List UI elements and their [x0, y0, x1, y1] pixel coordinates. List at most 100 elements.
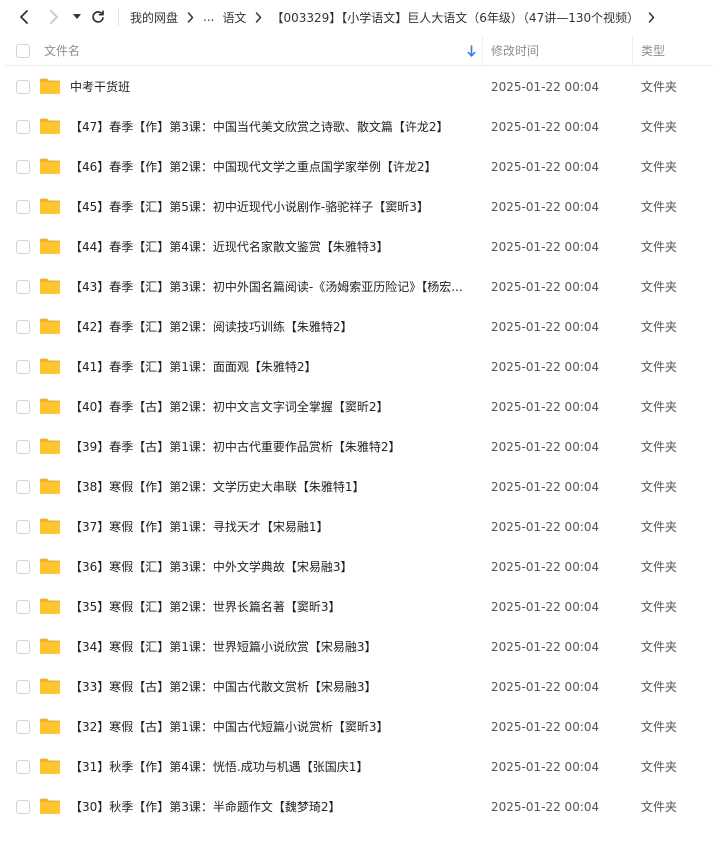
refresh-icon	[92, 10, 104, 23]
row-checkbox[interactable]	[16, 640, 30, 654]
file-name[interactable]: 【46】春季【作】第2课：中国现代文学之重点国学家举例【许龙2】	[70, 147, 472, 187]
file-type: 文件夹	[641, 480, 678, 494]
folder-icon	[39, 197, 61, 215]
file-name[interactable]: 【40】春季【古】第2课：初中文言文字词全掌握【窦昕2】	[70, 387, 472, 427]
file-row[interactable]: 【43】春季【汇】第3课：初中外国名篇阅读-《汤姆索亚历险记》【杨宏... 202…	[4, 267, 714, 307]
row-checkbox[interactable]	[16, 160, 30, 174]
file-row[interactable]: 【41】春季【汇】第1课：面面观【朱雅特2】 2025-01-22 00:04 文件…	[4, 347, 714, 387]
file-type: 文件夹	[641, 800, 678, 814]
file-name[interactable]: 【31】秋季【作】第4课：恍悟.成功与机遇【张国庆1】	[70, 747, 472, 787]
back-icon	[20, 10, 28, 24]
row-checkbox[interactable]	[16, 760, 30, 774]
row-checkbox[interactable]	[16, 560, 30, 574]
file-row[interactable]: 【38】寒假【作】第2课：文学历史大串联【朱雅特1】 2025-01-22 00:…	[4, 467, 714, 507]
forward-icon	[50, 10, 58, 24]
row-checkbox[interactable]	[16, 400, 30, 414]
chevron-right-icon[interactable]	[648, 11, 655, 23]
file-type: 文件夹	[641, 560, 678, 574]
breadcrumb-item-yuwen[interactable]: 语文	[222, 9, 246, 26]
breadcrumb-item-ellipsis[interactable]: ...	[203, 10, 214, 24]
modified-time: 2025-01-22 00:04	[491, 280, 600, 294]
file-name[interactable]: 中考干货班	[70, 67, 472, 107]
row-checkbox[interactable]	[16, 480, 30, 494]
file-row[interactable]: 【34】寒假【汇】第1课：世界短篇小说欣赏【宋易融3】 2025-01-22 00…	[4, 627, 714, 667]
breadcrumb-item-current[interactable]: 【003329】【小学语文】巨人大语文（6年级）（47讲—130个视频）	[271, 9, 639, 26]
column-header-name[interactable]: 文件名	[44, 36, 80, 66]
file-row[interactable]: 【36】寒假【汇】第3课：中外文学典故【宋易融3】 2025-01-22 00:0…	[4, 547, 714, 587]
file-row[interactable]: 【46】春季【作】第2课：中国现代文学之重点国学家举例【许龙2】 2025-01-…	[4, 147, 714, 187]
history-dropdown-button[interactable]	[68, 5, 86, 29]
file-row[interactable]: 【30】秋季【作】第3课：半命题作文【魏梦琦2】 2025-01-22 00:04…	[4, 787, 714, 827]
row-checkbox[interactable]	[16, 120, 30, 134]
folder-icon	[39, 717, 61, 735]
folder-icon	[39, 397, 61, 415]
row-checkbox[interactable]	[16, 680, 30, 694]
file-name[interactable]: 【44】春季【汇】第4课：近现代名家散文鉴赏【朱雅特3】	[70, 227, 472, 267]
file-name[interactable]: 【33】寒假【古】第2课：中国古代散文赏析【宋易融3】	[70, 667, 472, 707]
row-checkbox[interactable]	[16, 280, 30, 294]
row-checkbox[interactable]	[16, 240, 30, 254]
file-type: 文件夹	[641, 600, 678, 614]
select-all-checkbox[interactable]	[16, 44, 30, 58]
file-name[interactable]: 【47】春季【作】第3课：中国当代美文欣赏之诗歌、散文篇【许龙2】	[70, 107, 472, 147]
file-row[interactable]: 【35】寒假【汇】第2课：世界长篇名著【窦昕3】 2025-01-22 00:04…	[4, 587, 714, 627]
breadcrumb: 我的网盘 ... 语文 【003329】【小学语文】巨人大语文（6年级）（47讲…	[130, 0, 664, 34]
file-name[interactable]: 【38】寒假【作】第2课：文学历史大串联【朱雅特1】	[70, 467, 472, 507]
row-checkbox[interactable]	[16, 720, 30, 734]
file-row[interactable]: 【45】春季【汇】第5课：初中近现代小说剧作-骆驼祥子【窦昕3】 2025-01-…	[4, 187, 714, 227]
file-row[interactable]: 【44】春季【汇】第4课：近现代名家散文鉴赏【朱雅特3】 2025-01-22 0…	[4, 227, 714, 267]
file-row[interactable]: 中考干货班 2025-01-22 00:04 文件夹	[4, 67, 714, 107]
file-row[interactable]: 【47】春季【作】第3课：中国当代美文欣赏之诗歌、散文篇【许龙2】 2025-01…	[4, 107, 714, 147]
row-checkbox[interactable]	[16, 600, 30, 614]
folder-icon	[39, 477, 61, 495]
file-name[interactable]: 【41】春季【汇】第1课：面面观【朱雅特2】	[70, 347, 472, 387]
file-name[interactable]: 【35】寒假【汇】第2课：世界长篇名著【窦昕3】	[70, 587, 472, 627]
file-name[interactable]: 【30】秋季【作】第3课：半命题作文【魏梦琦2】	[70, 787, 472, 827]
file-name[interactable]: 【36】寒假【汇】第3课：中外文学典故【宋易融3】	[70, 547, 472, 587]
chevron-right-icon	[187, 11, 194, 23]
file-name[interactable]: 【34】寒假【汇】第1课：世界短篇小说欣赏【宋易融3】	[70, 627, 472, 667]
file-name[interactable]: 【37】寒假【作】第1课：寻找天才【宋易融1】	[70, 507, 472, 547]
column-header-modified-time[interactable]: 修改时间	[491, 36, 539, 66]
file-type: 文件夹	[641, 720, 678, 734]
row-checkbox[interactable]	[16, 440, 30, 454]
row-checkbox[interactable]	[16, 200, 30, 214]
row-checkbox[interactable]	[16, 320, 30, 334]
column-divider[interactable]	[632, 36, 633, 66]
file-row[interactable]: 【33】寒假【古】第2课：中国古代散文赏析【宋易融3】 2025-01-22 00…	[4, 667, 714, 707]
chevron-right-icon	[255, 11, 262, 23]
file-type: 文件夹	[641, 320, 678, 334]
file-type: 文件夹	[641, 680, 678, 694]
row-checkbox[interactable]	[16, 80, 30, 94]
file-row[interactable]: 【37】寒假【作】第1课：寻找天才【宋易融1】 2025-01-22 00:04 文…	[4, 507, 714, 547]
folder-icon	[39, 637, 61, 655]
file-name[interactable]: 【43】春季【汇】第3课：初中外国名篇阅读-《汤姆索亚历险记》【杨宏...	[70, 267, 472, 307]
back-button[interactable]	[12, 5, 36, 29]
file-row[interactable]: 【31】秋季【作】第4课：恍悟.成功与机遇【张国庆1】 2025-01-22 00…	[4, 747, 714, 787]
refresh-button[interactable]	[86, 5, 110, 29]
row-checkbox[interactable]	[16, 800, 30, 814]
column-header-type[interactable]: 类型	[641, 36, 665, 66]
modified-time: 2025-01-22 00:04	[491, 720, 600, 734]
row-checkbox[interactable]	[16, 360, 30, 374]
file-name[interactable]: 【39】春季【古】第1课：初中古代重要作品赏析【朱雅特2】	[70, 427, 472, 467]
sort-arrow-icon[interactable]	[467, 45, 476, 60]
modified-time: 2025-01-22 00:04	[491, 240, 600, 254]
folder-icon	[39, 517, 61, 535]
file-row[interactable]: 【42】春季【汇】第2课：阅读技巧训练【朱雅特2】 2025-01-22 00:0…	[4, 307, 714, 347]
row-checkbox[interactable]	[16, 520, 30, 534]
forward-button[interactable]	[42, 5, 66, 29]
file-row[interactable]: 【40】春季【古】第2课：初中文言文字词全掌握【窦昕2】 2025-01-22 0…	[4, 387, 714, 427]
modified-time: 2025-01-22 00:04	[491, 800, 600, 814]
column-divider[interactable]	[482, 36, 483, 66]
toolbar-divider	[118, 8, 119, 26]
folder-icon	[39, 757, 61, 775]
file-row[interactable]: 【39】春季【古】第1课：初中古代重要作品赏析【朱雅特2】 2025-01-22 …	[4, 427, 714, 467]
breadcrumb-item-root[interactable]: 我的网盘	[130, 9, 178, 26]
file-name[interactable]: 【45】春季【汇】第5课：初中近现代小说剧作-骆驼祥子【窦昕3】	[70, 187, 472, 227]
file-name[interactable]: 【32】寒假【古】第1课：中国古代短篇小说赏析【窦昕3】	[70, 707, 472, 747]
modified-time: 2025-01-22 00:04	[491, 680, 600, 694]
file-name[interactable]: 【42】春季【汇】第2课：阅读技巧训练【朱雅特2】	[70, 307, 472, 347]
file-row[interactable]: 【32】寒假【古】第1课：中国古代短篇小说赏析【窦昕3】 2025-01-22 0…	[4, 707, 714, 747]
folder-icon	[39, 597, 61, 615]
